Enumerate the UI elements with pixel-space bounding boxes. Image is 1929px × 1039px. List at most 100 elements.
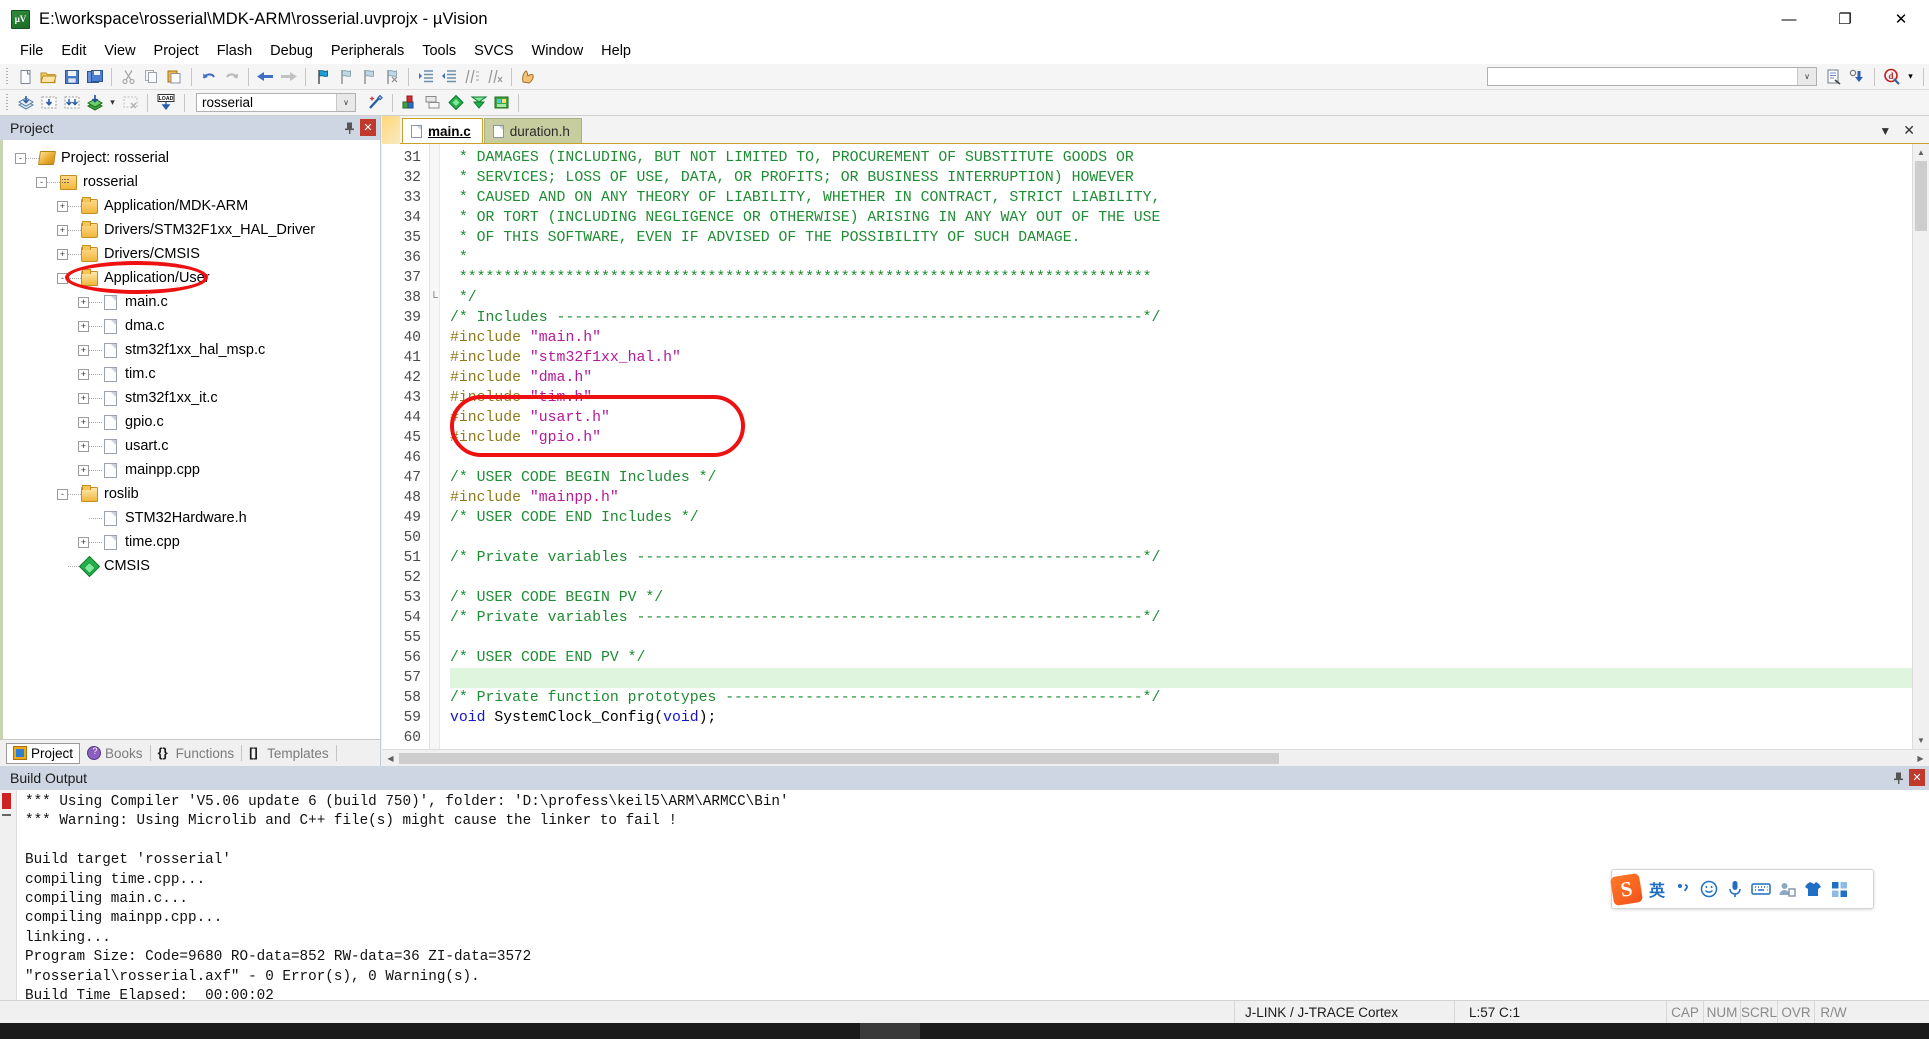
tree-item-main-c[interactable]: + main.c <box>3 290 380 314</box>
comment-icon[interactable] <box>460 66 483 88</box>
tree-item-roslib[interactable]: - roslib <box>3 482 380 506</box>
tree-item-mainpp-cpp[interactable]: + mainpp.cpp <box>3 458 380 482</box>
uncomment-icon[interactable] <box>483 66 506 88</box>
tree-expander-icon[interactable]: + <box>78 320 89 332</box>
code-line[interactable] <box>450 528 1912 548</box>
tree-expander-icon[interactable]: + <box>57 248 68 260</box>
skin-icon[interactable] <box>1800 874 1826 904</box>
find-in-files-icon[interactable] <box>1823 66 1846 88</box>
tree-item-dma-c[interactable]: + dma.c <box>3 314 380 338</box>
code-line[interactable]: * DAMAGES (INCLUDING, BUT NOT LIMITED TO… <box>450 148 1912 168</box>
navigate-back-icon[interactable] <box>254 66 277 88</box>
code-line[interactable]: /* Includes ----------------------------… <box>450 308 1912 328</box>
translate-icon[interactable] <box>14 92 37 114</box>
target-options-icon[interactable] <box>398 92 421 114</box>
tree-expander-icon[interactable]: - <box>57 488 68 500</box>
menu-window[interactable]: Window <box>523 40 593 62</box>
save-icon[interactable] <box>60 66 83 88</box>
redo-icon[interactable] <box>220 66 243 88</box>
tab-books[interactable]: Books <box>80 743 150 764</box>
tree-item-stm32f1xx-hal-msp-c[interactable]: + stm32f1xx_hal_msp.c <box>3 338 380 362</box>
code-line[interactable]: * OF THIS SOFTWARE, EVEN IF ADVISED OF T… <box>450 228 1912 248</box>
stop-build-icon[interactable] <box>119 92 142 114</box>
tab-list-dropdown-icon[interactable]: ▼ <box>1879 124 1891 138</box>
bookmark-clear-icon[interactable] <box>380 66 403 88</box>
close-icon[interactable]: ✕ <box>1909 769 1925 786</box>
user-account-icon[interactable] <box>1774 874 1800 904</box>
tree-item-cmsis[interactable]: CMSIS <box>3 554 380 578</box>
menu-view[interactable]: View <box>95 40 144 62</box>
save-all-icon[interactable] <box>83 66 106 88</box>
tree-expander-icon[interactable]: + <box>78 368 89 380</box>
tree-expander-icon[interactable]: + <box>78 536 89 548</box>
tree-expander-icon[interactable]: + <box>57 200 68 212</box>
build-icon[interactable] <box>37 92 60 114</box>
code-line[interactable]: #include "mainpp.h" <box>450 488 1912 508</box>
maximize-button[interactable]: ❐ <box>1817 0 1873 38</box>
scroll-down-arrow[interactable]: ▼ <box>1913 732 1929 749</box>
debug-dropdown-icon[interactable]: ▾ <box>1903 66 1918 88</box>
scroll-thumb[interactable] <box>1915 161 1927 231</box>
toolbar-grip[interactable] <box>4 93 11 112</box>
code-line[interactable] <box>450 728 1912 748</box>
menu-help[interactable]: Help <box>592 40 640 62</box>
tab-project[interactable]: Project <box>6 742 81 764</box>
bookmark-toggle-icon[interactable] <box>311 66 334 88</box>
outdent-icon[interactable] <box>437 66 460 88</box>
menu-flash[interactable]: Flash <box>208 40 261 62</box>
find-input[interactable] <box>1488 69 1797 84</box>
tree-item-stm32hardware-h[interactable]: STM32Hardware.h <box>3 506 380 530</box>
tree-expander-icon[interactable]: - <box>15 152 26 164</box>
scroll-thumb-h[interactable] <box>399 752 1279 764</box>
manage-project-items-icon[interactable] <box>421 92 444 114</box>
soft-keyboard-icon[interactable] <box>1748 874 1774 904</box>
code-line[interactable]: * CAUSED AND ON ANY THEORY OF LIABILITY,… <box>450 188 1912 208</box>
code-line[interactable]: #include "stm32f1xx_hal.h" <box>450 348 1912 368</box>
menu-svcs[interactable]: SVCS <box>465 40 523 62</box>
scroll-left-arrow[interactable]: ◀ <box>382 754 399 763</box>
tree-expander-icon[interactable]: + <box>78 344 89 356</box>
menu-tools[interactable]: Tools <box>413 40 465 62</box>
pack-installer-icon[interactable] <box>444 92 467 114</box>
code-line[interactable] <box>450 668 1912 688</box>
tree-item-application-user[interactable]: - Application/User <box>3 266 380 290</box>
code-line[interactable] <box>450 568 1912 588</box>
tree-item-application-mdk-arm[interactable]: + Application/MDK-ARM <box>3 194 380 218</box>
scroll-up-arrow[interactable]: ▲ <box>1913 144 1929 161</box>
tree-expander-icon[interactable]: + <box>78 392 89 404</box>
collapse-marker-icon[interactable] <box>2 814 11 816</box>
tree-item-stm32f1xx-it-c[interactable]: + stm32f1xx_it.c <box>3 386 380 410</box>
menu-edit[interactable]: Edit <box>52 40 95 62</box>
tree-expander-icon[interactable]: + <box>57 224 68 236</box>
new-file-icon[interactable] <box>14 66 37 88</box>
english-mode-icon[interactable]: 英 <box>1644 874 1670 904</box>
start-debug-session-icon[interactable]: d <box>1880 66 1903 88</box>
code-line[interactable]: /* USER CODE BEGIN PV */ <box>450 588 1912 608</box>
tree-item-drivers-cmsis[interactable]: + Drivers/CMSIS <box>3 242 380 266</box>
configure-rte-icon[interactable] <box>467 92 490 114</box>
undo-icon[interactable] <box>197 66 220 88</box>
editor-horizontal-scrollbar[interactable]: ◀ ▶ <box>382 749 1929 766</box>
tree-expander-icon[interactable]: - <box>36 176 47 188</box>
code-line[interactable]: #include "main.h" <box>450 328 1912 348</box>
batch-build-dropdown[interactable]: ▾ <box>106 92 119 114</box>
code-line[interactable]: /* Private variables -------------------… <box>450 548 1912 568</box>
code-folding-column[interactable]: └ <box>430 144 440 749</box>
close-button[interactable]: ✕ <box>1873 0 1929 38</box>
tree-expander-icon[interactable]: + <box>78 416 89 428</box>
code-line[interactable]: /* USER CODE BEGIN Includes */ <box>450 468 1912 488</box>
sogou-logo-icon[interactable]: S <box>1604 872 1644 907</box>
toolbar-grip[interactable] <box>4 67 11 86</box>
tree-item-drivers-stm32f1xx-hal-driver[interactable]: + Drivers/STM32F1xx_HAL_Driver <box>3 218 380 242</box>
code-line[interactable]: * OR TORT (INCLUDING NEGLIGENCE OR OTHER… <box>450 208 1912 228</box>
editor-vertical-scrollbar[interactable]: ▲ ▼ <box>1912 144 1929 749</box>
voice-input-icon[interactable] <box>1722 874 1748 904</box>
incremental-find-icon[interactable] <box>1846 66 1869 88</box>
code-line[interactable]: /* USER CODE END Includes */ <box>450 508 1912 528</box>
tab-functions[interactable]: {} Functions <box>151 743 242 764</box>
minimize-button[interactable]: — <box>1761 0 1817 38</box>
bookmark-next-icon[interactable] <box>357 66 380 88</box>
scroll-track[interactable] <box>1913 161 1929 732</box>
tree-item-project-rosserial[interactable]: - Project: rosserial <box>3 146 380 170</box>
source-code[interactable]: * DAMAGES (INCLUDING, BUT NOT LIMITED TO… <box>440 144 1912 749</box>
